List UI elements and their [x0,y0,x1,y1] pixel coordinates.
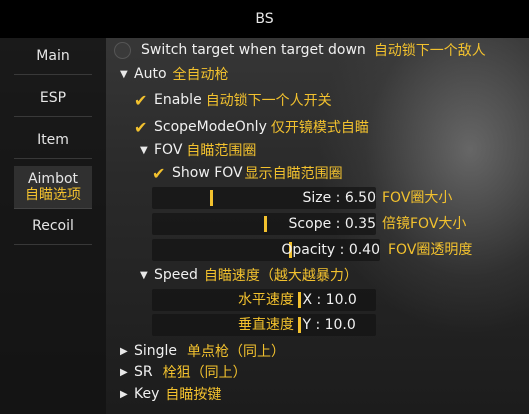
opacity-slider[interactable]: Opacity : 0.40 [152,239,380,261]
collapsed-arrow-icon: ▶ [120,388,128,400]
sr-tree-node[interactable]: ▶ SR 栓狙（同上） [120,360,247,384]
vertical-speed-slider[interactable]: 垂直速度 Y : 10.0 [152,314,376,336]
sidebar-item-label: Item [37,132,69,148]
sidebar: Main ESP Item Aimbot 自瞄选项 Recoil [0,38,106,414]
fov-tree-node[interactable]: ▼ FOV 自瞄范围圈 [140,138,256,162]
option-label: Auto [134,66,167,82]
option-annotation: 自瞄范围圈 [186,143,257,159]
opacity-annotation: FOV圈透明度 [388,242,473,258]
slider-value-group: 垂直速度 Y : 10.0 [238,314,356,336]
sidebar-item-label: ESP [39,90,67,106]
slider-value: Size : 6.50 [302,190,376,206]
slider-value: Y : 10.0 [302,317,356,333]
scope-slider[interactable]: Scope : 0.35 [152,213,376,235]
enable-checkbox[interactable]: ✔ Enable 自动锁下一个人开关 [134,88,332,112]
option-annotation: 仅开镜模式自瞄 [270,120,369,136]
scope-annotation: 倍镜FOV大小 [382,216,467,232]
slider-value: X : 10.0 [302,292,357,308]
switch-target-checkbox[interactable]: Switch target when target down 自动锁下一个敌人 [114,38,486,62]
expanded-arrow-icon: ▼ [140,144,148,156]
option-label: ScopeModeOnly [154,119,267,135]
checkmark-icon: ✔ [152,163,166,183]
slider-handle[interactable] [264,216,267,232]
option-label: Show FOV [172,165,243,181]
sidebar-item-esp[interactable]: ESP [14,80,92,117]
auto-tree-node[interactable]: ▼ Auto 全自动枪 [120,62,229,86]
sidebar-item-label: Aimbot [27,171,79,187]
option-annotation: 显示自瞄范围圈 [244,166,343,182]
vertical-speed-annotation: 垂直速度 [238,317,294,333]
option-annotation: 单点枪（同上） [187,344,286,360]
option-label: Key [134,386,160,402]
checkmark-icon: ✔ [134,90,148,110]
checkmark-icon: ✔ [134,117,148,137]
option-label: Speed [154,267,198,283]
option-annotation: 栓狙（同上） [162,365,247,381]
window-title: BS [255,11,274,27]
key-tree-node[interactable]: ▶ Key 自瞄按键 [120,382,221,406]
sidebar-item-label: Recoil [32,218,74,234]
sidebar-item-aimbot[interactable]: Aimbot 自瞄选项 [14,166,92,209]
slider-handle[interactable] [210,190,213,206]
title-bar[interactable]: BS [0,0,529,38]
option-annotation: 自瞄按键 [165,387,222,403]
sidebar-item-label: Main [36,48,70,64]
size-annotation: FOV圈大小 [382,190,453,206]
scope-mode-only-checkbox[interactable]: ✔ ScopeModeOnly 仅开镜模式自瞄 [134,115,369,139]
aimbot-panel: Switch target when target down 自动锁下一个敌人 … [106,38,529,414]
unchecked-checkbox-icon [114,41,131,59]
horizontal-speed-annotation: 水平速度 [238,292,294,308]
collapsed-arrow-icon: ▶ [120,366,128,378]
horizontal-speed-slider[interactable]: 水平速度 X : 10.0 [152,289,376,311]
sidebar-item-recoil[interactable]: Recoil [14,208,92,245]
option-label: FOV [154,142,183,158]
speed-tree-node[interactable]: ▼ Speed 自瞄速度（越大越暴力） [140,263,358,287]
slider-value-group: 水平速度 X : 10.0 [238,289,357,311]
sidebar-item-item[interactable]: Item [14,122,92,159]
show-fov-checkbox[interactable]: ✔ Show FOV 显示自瞄范围圈 [152,161,343,185]
option-label: Enable [154,92,202,108]
option-annotation: 自动锁下一个敌人 [373,43,486,59]
sidebar-item-main[interactable]: Main [14,38,92,75]
option-label: SR [134,364,153,380]
option-label: Switch target when target down [141,42,366,58]
option-annotation: 全自动枪 [172,67,229,83]
collapsed-arrow-icon: ▶ [120,345,128,357]
sidebar-item-annotation: 自瞄选项 [25,187,81,203]
option-label: Single [134,343,178,359]
slider-value: Scope : 0.35 [288,216,376,232]
option-annotation: 自瞄速度（越大越暴力） [203,268,358,284]
option-annotation: 自动锁下一个人开关 [205,93,332,109]
expanded-arrow-icon: ▼ [120,68,128,80]
size-slider[interactable]: Size : 6.50 [152,187,376,209]
expanded-arrow-icon: ▼ [140,269,148,281]
slider-value: Opacity : 0.40 [281,242,380,258]
